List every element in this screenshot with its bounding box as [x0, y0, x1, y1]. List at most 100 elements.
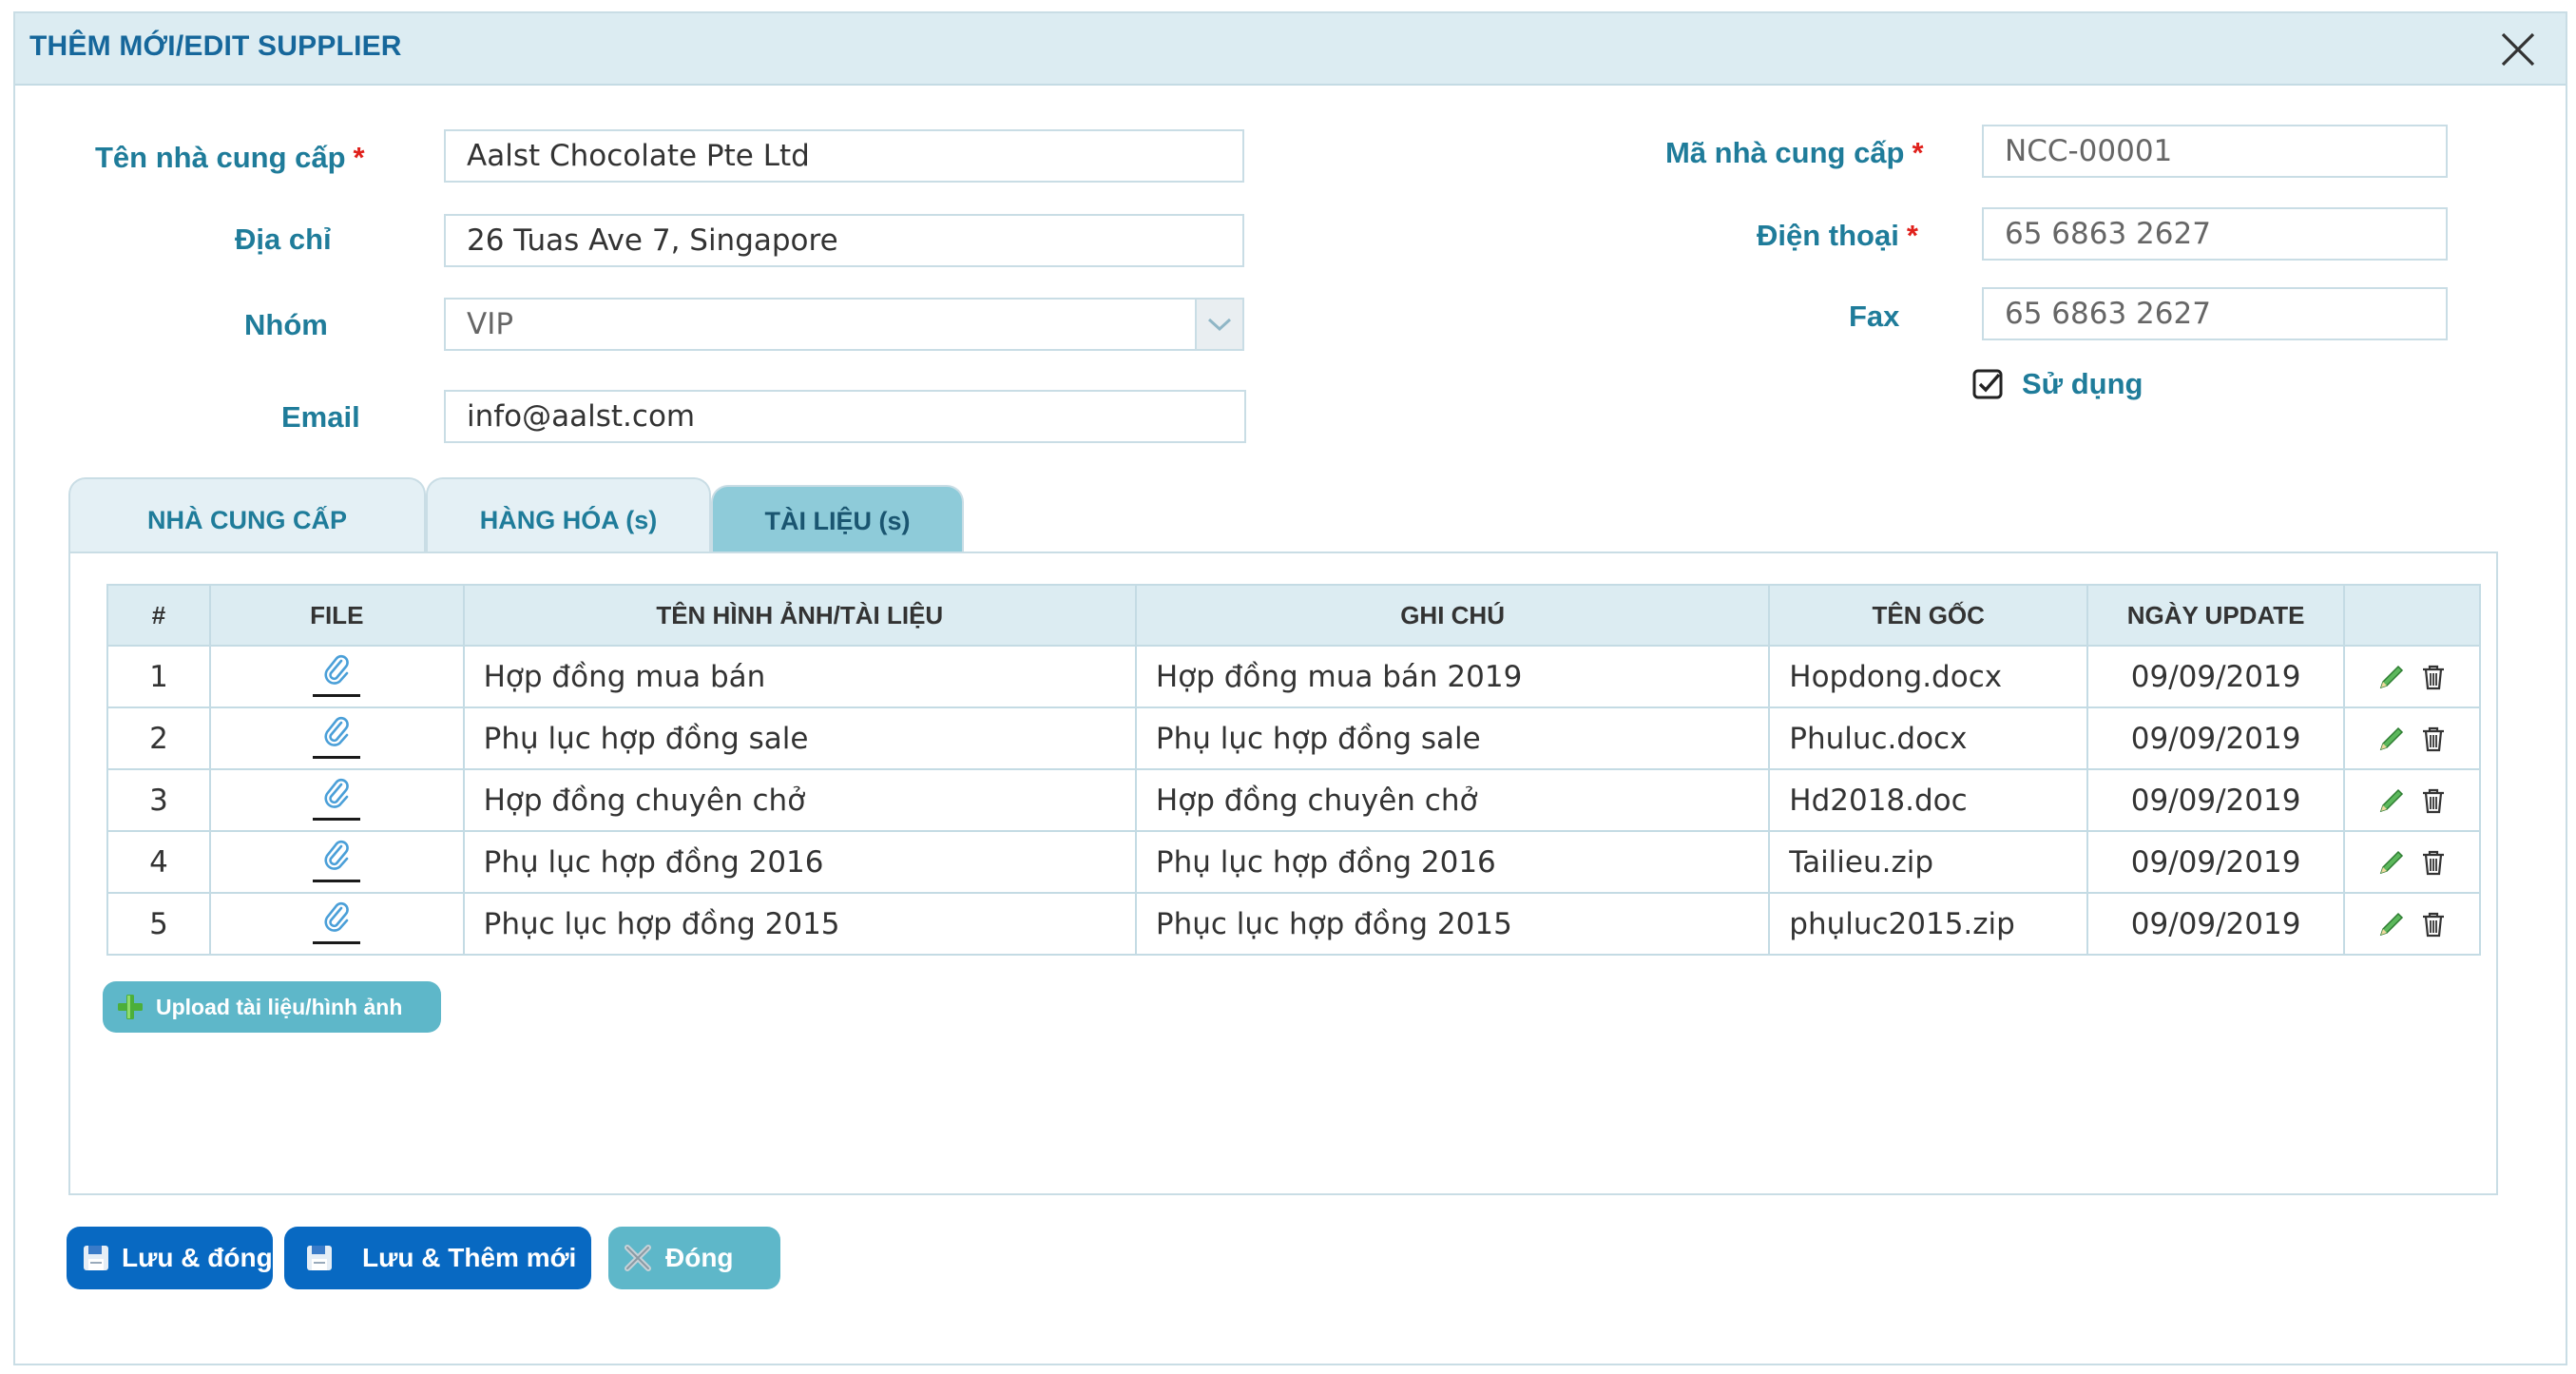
col-header-date: NGÀY UPDATE	[2086, 584, 2346, 647]
row-document-name: Phục lục hợp đồng 2015	[462, 892, 1137, 956]
dialog-titlebar: THÊM MỚI/EDIT SUPPLIER	[15, 13, 2566, 86]
group-label: Nhóm	[244, 308, 328, 341]
row-document-name: Hợp đồng mua bán	[462, 645, 1137, 708]
col-header-actions	[2343, 584, 2481, 647]
row-actions	[2343, 645, 2481, 708]
row-note: Hợp đồng mua bán 2019	[1134, 645, 1771, 708]
row-number: 1	[106, 645, 211, 708]
x-icon	[624, 1244, 652, 1272]
pencil-icon[interactable]	[2376, 785, 2407, 816]
trash-icon[interactable]	[2418, 662, 2449, 692]
pencil-icon[interactable]	[2376, 847, 2407, 878]
row-file-cell	[208, 768, 465, 832]
row-update-date: 09/09/2019	[2086, 706, 2346, 770]
floppy-disk-icon	[305, 1244, 334, 1272]
save-close-button[interactable]: Lưu & đóng	[67, 1227, 273, 1289]
trash-icon[interactable]	[2418, 724, 2449, 754]
supplier-code-label: Mã nhà cung cấp *	[1665, 136, 1924, 169]
table-row: 5 Phục lục hợp đồng 2015 Phục lục hợp đồng…	[106, 892, 2481, 956]
dialog-title: THÊM MỚI/EDIT SUPPLIER	[29, 30, 402, 62]
paperclip-icon[interactable]	[313, 897, 361, 944]
row-document-name: Phụ lục hợp đồng sale	[462, 706, 1137, 770]
row-original-name: Hopdong.docx	[1768, 645, 2089, 708]
phone-label: Điện thoại *	[1757, 219, 1918, 252]
row-note: Hợp đồng chuyên chở	[1134, 768, 1771, 832]
row-update-date: 09/09/2019	[2086, 830, 2346, 894]
address-input[interactable]: 26 Tuas Ave 7, Singapore	[444, 214, 1244, 267]
table-header-row: # FILE TÊN HÌNH ẢNH/TÀI LIỆU GHI CHÚ TÊN…	[106, 584, 2481, 647]
row-file-cell	[208, 830, 465, 894]
save-close-label: Lưu & đóng	[122, 1243, 273, 1272]
tab-documents[interactable]: TÀI LIỆU (s)	[711, 485, 964, 553]
close-label: Đóng	[665, 1243, 734, 1272]
row-number: 5	[106, 892, 211, 956]
row-file-cell	[208, 706, 465, 770]
active-checkbox-label: Sử dụng	[2022, 367, 2143, 400]
col-header-no: #	[106, 584, 211, 647]
row-actions	[2343, 892, 2481, 956]
table-row: 2 Phụ lục hợp đồng sale Phụ lục hợp đồng s…	[106, 706, 2481, 770]
row-note: Phục lục hợp đồng 2015	[1134, 892, 1771, 956]
row-number: 3	[106, 768, 211, 832]
row-note: Phụ lục hợp đồng 2016	[1134, 830, 1771, 894]
row-original-name: Phuluc.docx	[1768, 706, 2089, 770]
row-actions	[2343, 768, 2481, 832]
fax-input[interactable]: 65 6863 2627	[1982, 287, 2448, 340]
row-file-cell	[208, 892, 465, 956]
supplier-code-input[interactable]: NCC-00001	[1982, 125, 2448, 178]
row-document-name: Phụ lục hợp đồng 2016	[462, 830, 1137, 894]
plus-icon	[116, 993, 144, 1021]
save-new-button[interactable]: Lưu & Thêm mới	[284, 1227, 591, 1289]
trash-icon[interactable]	[2418, 909, 2449, 939]
table-row: 4 Phụ lục hợp đồng 2016 Phụ lục hợp đồng 2…	[106, 830, 2481, 894]
row-update-date: 09/09/2019	[2086, 892, 2346, 956]
tab-suppliers[interactable]: NHÀ CUNG CẤP	[68, 477, 426, 553]
group-select-value: VIP	[467, 307, 514, 341]
row-number: 2	[106, 706, 211, 770]
group-select[interactable]: VIP	[444, 298, 1244, 351]
row-update-date: 09/09/2019	[2086, 645, 2346, 708]
row-file-cell	[208, 645, 465, 708]
upload-document-label: Upload tài liệu/hình ảnh	[156, 994, 403, 1019]
col-header-original: TÊN GỐC	[1768, 584, 2089, 647]
row-original-name: phụluc2015.zip	[1768, 892, 2089, 956]
fax-label: Fax	[1849, 300, 1900, 333]
row-note: Phụ lục hợp đồng sale	[1134, 706, 1771, 770]
close-icon[interactable]	[2497, 29, 2539, 70]
pencil-icon[interactable]	[2376, 909, 2407, 939]
checkbox-checked-icon	[1972, 369, 2003, 399]
active-checkbox[interactable]: Sử dụng	[1972, 367, 2143, 401]
email-input[interactable]: info@aalst.com	[444, 390, 1246, 443]
paperclip-icon[interactable]	[313, 649, 361, 697]
address-label: Địa chỉ	[235, 223, 332, 256]
supplier-name-input[interactable]: Aalst Chocolate Pte Ltd	[444, 129, 1244, 183]
pencil-icon[interactable]	[2376, 724, 2407, 754]
col-header-file: FILE	[208, 584, 465, 647]
floppy-disk-icon	[82, 1244, 110, 1272]
table-row: 1 Hợp đồng mua bán Hợp đồng mua bán 2019 Ho…	[106, 645, 2481, 708]
paperclip-icon[interactable]	[313, 835, 361, 882]
supplier-name-label: Tên nhà cung cấp *	[95, 141, 365, 174]
upload-document-button[interactable]: Upload tài liệu/hình ảnh	[103, 981, 441, 1033]
row-original-name: Hd2018.doc	[1768, 768, 2089, 832]
row-update-date: 09/09/2019	[2086, 768, 2346, 832]
documents-table: # FILE TÊN HÌNH ẢNH/TÀI LIỆU GHI CHÚ TÊN…	[106, 584, 2481, 956]
trash-icon[interactable]	[2418, 847, 2449, 878]
documents-panel: # FILE TÊN HÌNH ẢNH/TÀI LIỆU GHI CHÚ TÊN…	[68, 552, 2498, 1195]
save-new-label: Lưu & Thêm mới	[362, 1243, 577, 1272]
trash-icon[interactable]	[2418, 785, 2449, 816]
pencil-icon[interactable]	[2376, 662, 2407, 692]
paperclip-icon[interactable]	[313, 773, 361, 821]
row-document-name: Hợp đồng chuyên chở	[462, 768, 1137, 832]
row-actions	[2343, 830, 2481, 894]
row-original-name: Tailieu.zip	[1768, 830, 2089, 894]
phone-input[interactable]: 65 6863 2627	[1982, 207, 2448, 261]
close-button[interactable]: Đóng	[608, 1227, 780, 1289]
email-label: Email	[281, 400, 360, 434]
tab-goods[interactable]: HÀNG HÓA (s)	[426, 477, 711, 553]
chevron-down-icon[interactable]	[1195, 300, 1242, 349]
table-row: 3 Hợp đồng chuyên chở Hợp đồng chuyên chở H…	[106, 768, 2481, 832]
paperclip-icon[interactable]	[313, 711, 361, 759]
col-header-name: TÊN HÌNH ẢNH/TÀI LIỆU	[462, 584, 1137, 647]
row-number: 4	[106, 830, 211, 894]
